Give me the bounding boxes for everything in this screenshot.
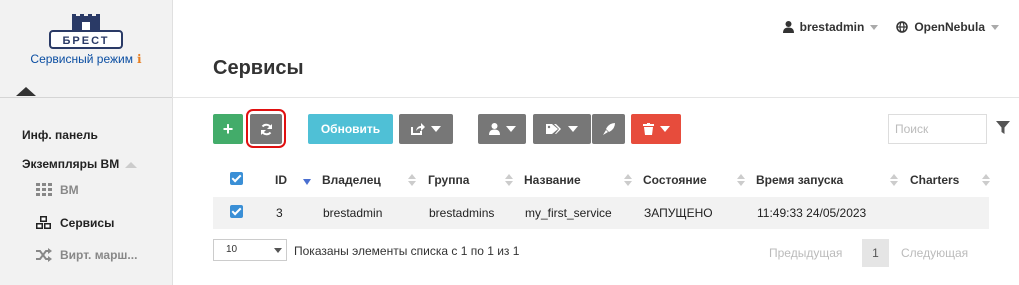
shuffle-icon (36, 248, 52, 262)
add-button[interactable]: + (213, 114, 243, 144)
share-icon (411, 123, 425, 135)
deploy-button[interactable] (592, 114, 625, 144)
table-header-row: ID Владелец Группа Название Состояние Вр… (213, 162, 990, 197)
sidebar-item-dashboard[interactable]: Инф. панель (22, 128, 98, 142)
column-header-state[interactable]: Состояние (643, 162, 756, 197)
sidebar-item-services[interactable]: Сервисы (36, 216, 114, 230)
rocket-icon (602, 123, 615, 135)
owner-dropdown-button[interactable] (478, 114, 526, 144)
zone-name: OpenNebula (914, 20, 985, 34)
page-size-value: 10 (226, 244, 238, 255)
globe-icon (896, 21, 909, 33)
chevron-down-icon (431, 126, 441, 132)
labels-dropdown-button[interactable] (533, 114, 591, 144)
mode-label-text: Сервисный режим (30, 52, 133, 66)
user-menu[interactable]: brestadmin (782, 20, 879, 34)
delete-dropdown-button[interactable] (631, 114, 681, 144)
services-table: ID Владелец Группа Название Состояние Вр… (213, 162, 990, 229)
page-size-select[interactable]: 10 (213, 239, 287, 261)
chevron-down-icon (991, 24, 999, 30)
chevron-down-icon (274, 248, 282, 253)
export-dropdown-button[interactable] (399, 114, 453, 144)
sidebar: БРЕСТ Сервисный режим ℹ Инф. панель Экзем… (0, 0, 173, 285)
sidebar-item-label: ВМ (60, 183, 79, 197)
user-name: brestadmin (799, 20, 865, 34)
zone-menu[interactable]: OpenNebula (896, 20, 999, 34)
sidebar-collapse-caret-icon[interactable] (16, 87, 36, 96)
column-header-charters[interactable]: Charters (910, 162, 990, 197)
cell-id: 3 (275, 197, 322, 229)
select-all-checkbox[interactable] (213, 162, 275, 197)
cell-start-time: 11:49:33 24/05/2023 (756, 197, 910, 229)
chevron-down-icon (505, 126, 516, 132)
cubes-icon (36, 216, 51, 229)
cell-group: brestadmins (428, 197, 524, 229)
sidebar-item-label: Сервисы (60, 216, 115, 230)
current-page-button[interactable]: 1 (862, 239, 889, 267)
logo-text: БРЕСТ (63, 35, 110, 47)
row-checkbox[interactable] (213, 197, 275, 229)
column-header-name[interactable]: Название (524, 162, 643, 197)
sidebar-item-vm-instances[interactable]: Экземпляры ВМ (22, 157, 138, 171)
sort-desc-icon (303, 179, 311, 185)
user-icon (782, 21, 794, 33)
info-icon[interactable]: ℹ (137, 52, 142, 66)
page-title: Сервисы (213, 57, 304, 79)
user-icon (488, 123, 500, 135)
top-bar: brestadmin OpenNebula (782, 20, 999, 34)
table-row[interactable]: 3 brestadmin brestadmins my_first_servic… (213, 197, 989, 229)
column-header-owner[interactable]: Владелец (322, 162, 428, 197)
sidebar-divider (0, 97, 172, 98)
sidebar-item-vms[interactable]: ВМ (36, 183, 79, 197)
expand-caret-icon (125, 161, 138, 168)
chevron-down-icon (568, 126, 578, 132)
grid-icon (36, 183, 52, 196)
update-button[interactable]: Обновить (308, 114, 393, 144)
brest-logo[interactable]: БРЕСТ (48, 14, 124, 52)
cell-charters (910, 197, 989, 229)
sidebar-item-label: Вирт. марш... (60, 248, 138, 262)
mode-label: Сервисный режим ℹ (0, 52, 172, 66)
sidebar-item-label: Экземпляры ВМ (22, 157, 120, 171)
cell-name: my_first_service (524, 197, 643, 229)
column-header-group[interactable]: Группа (428, 162, 524, 197)
chevron-down-icon (870, 24, 879, 30)
prev-page-button[interactable]: Предыдущая (769, 246, 842, 260)
column-header-start-time[interactable]: Время запуска (756, 162, 910, 197)
cell-state: ЗАПУЩЕНО (643, 197, 756, 229)
pager-info: Показаны элементы списка с 1 по 1 из 1 (294, 244, 520, 258)
refresh-highlight-box (246, 109, 286, 148)
column-header-id[interactable]: ID (275, 162, 322, 197)
sidebar-item-virtual-routers[interactable]: Вирт. марш... (36, 248, 137, 262)
chevron-down-icon (659, 126, 670, 132)
search-input[interactable]: Поиск (888, 114, 987, 144)
cell-owner: brestadmin (322, 197, 428, 229)
next-page-button[interactable]: Следующая (901, 246, 968, 260)
filter-icon[interactable] (996, 121, 1010, 135)
trash-icon (642, 123, 654, 135)
header-divider (172, 97, 1019, 98)
tags-icon (546, 124, 561, 134)
